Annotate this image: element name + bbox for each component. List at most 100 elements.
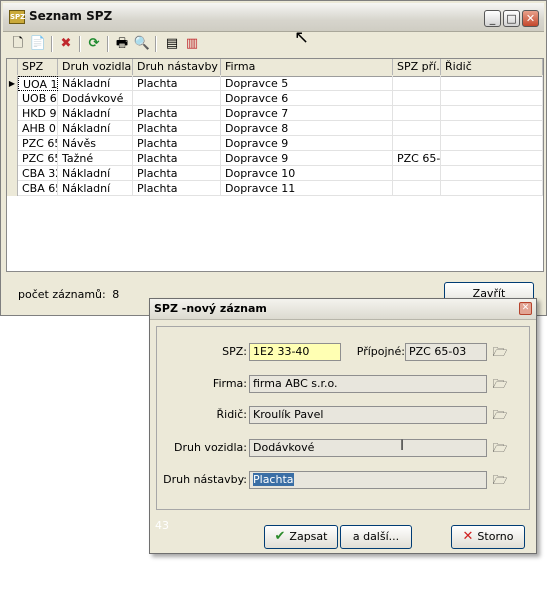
cell-ridic[interactable] — [441, 166, 543, 181]
cell-druh-nastavby[interactable]: Plachta — [133, 166, 221, 181]
row-indicator[interactable] — [7, 121, 18, 136]
save-button[interactable]: ✔ Zapsat — [264, 525, 338, 549]
cell-druh-nastavby[interactable]: Plachta — [133, 76, 221, 91]
folder-open-icon[interactable]: 🗁 — [492, 442, 508, 455]
cell-ridic[interactable] — [441, 151, 543, 166]
druh-nastavby-input[interactable]: Plachta — [249, 471, 487, 489]
cell-firma[interactable]: Dopravce 7 — [221, 106, 393, 121]
column-header-druh-nastavby[interactable]: Druh nástavby — [133, 59, 221, 75]
report-icon[interactable]: ▥ — [183, 35, 201, 53]
cell-ridic[interactable] — [441, 136, 543, 151]
folder-open-icon[interactable]: 🗁 — [492, 474, 508, 487]
cell-druh-nastavby[interactable]: Plachta — [133, 121, 221, 136]
cell-firma[interactable]: Dopravce 11 — [221, 181, 393, 196]
cell-druh-vozidla[interactable]: Nákladní — [58, 106, 133, 121]
ridic-input[interactable]: Kroulík Pavel — [249, 406, 487, 424]
cell-druh-vozidla[interactable]: Nákladní — [58, 121, 133, 136]
cell-spz-pripojne[interactable] — [393, 121, 441, 136]
pripojne-input[interactable]: PZC 65-03 — [405, 343, 487, 361]
cell-druh-nastavby[interactable]: Plachta — [133, 106, 221, 121]
column-header-druh-vozidla[interactable]: Druh vozidla — [58, 59, 133, 75]
new-record-icon[interactable]: 🗋 — [9, 35, 27, 53]
cell-firma[interactable]: Dopravce 10 — [221, 166, 393, 181]
column-header-ridic[interactable]: Řidič — [441, 59, 543, 75]
find-icon[interactable]: 🔍 — [133, 35, 151, 53]
column-header-spz[interactable]: SPZ — [18, 59, 58, 75]
minimize-button[interactable]: _ — [484, 10, 501, 27]
column-header-firma[interactable]: Firma — [221, 59, 393, 75]
table-row[interactable]: HKD 98NákladníPlachtaDopravce 7 — [7, 106, 543, 121]
cell-druh-nastavby[interactable] — [133, 91, 221, 106]
spz-input[interactable]: 1E2 33-40 — [249, 343, 341, 361]
cell-spz-pripojne[interactable] — [393, 166, 441, 181]
cell-spz-pripojne[interactable] — [393, 136, 441, 151]
cancel-button[interactable]: ✕ Storno — [451, 525, 525, 549]
cell-firma[interactable]: Dopravce 6 — [221, 91, 393, 106]
cell-spz[interactable]: PZC 65- — [18, 136, 58, 151]
save-and-next-button[interactable]: a další... — [340, 525, 412, 549]
table-row[interactable]: ▶UOA 12NákladníPlachtaDopravce 5 — [7, 76, 543, 91]
firma-input[interactable]: firma ABC s.r.o. — [249, 375, 487, 393]
table-row[interactable]: PZC 65-TažnéPlachtaDopravce 9PZC 65-03 — [7, 151, 543, 166]
column-header-spz-pripojne[interactable]: SPZ pří... — [393, 59, 441, 75]
cell-druh-nastavby[interactable]: Plachta — [133, 181, 221, 196]
cell-spz-pripojne[interactable]: PZC 65-03 — [393, 151, 441, 166]
row-indicator[interactable] — [7, 136, 18, 151]
cell-druh-nastavby[interactable]: Plachta — [133, 151, 221, 166]
refresh-icon[interactable]: ⟳ — [85, 35, 103, 53]
close-window-button[interactable]: ✕ — [522, 10, 539, 27]
edit-record-icon[interactable]: 📄 — [29, 35, 47, 53]
row-indicator[interactable] — [7, 181, 18, 196]
dialog-title-bar[interactable]: SPZ -nový záznam ✕ — [150, 299, 536, 320]
cell-druh-vozidla[interactable]: Nákladní — [58, 76, 133, 91]
cell-firma[interactable]: Dopravce 5 — [221, 76, 393, 91]
cell-druh-vozidla[interactable]: Návěs — [58, 136, 133, 151]
row-indicator[interactable] — [7, 91, 18, 106]
row-indicator[interactable] — [7, 151, 18, 166]
cell-spz[interactable]: UOA 12 — [18, 76, 58, 91]
dialog-close-button[interactable]: ✕ — [519, 302, 532, 315]
cell-spz[interactable]: UOB 65 — [18, 91, 58, 106]
cell-ridic[interactable] — [441, 91, 543, 106]
table-row[interactable]: CBA 65-NákladníPlachtaDopravce 11 — [7, 181, 543, 196]
table-row[interactable]: AHB 01-NákladníPlachtaDopravce 8 — [7, 121, 543, 136]
row-indicator[interactable] — [7, 106, 18, 121]
cell-druh-vozidla[interactable]: Nákladní — [58, 166, 133, 181]
cell-ridic[interactable] — [441, 76, 543, 91]
cell-spz-pripojne[interactable] — [393, 91, 441, 106]
cell-spz-pripojne[interactable] — [393, 76, 441, 91]
main-title-bar[interactable]: SPZ Seznam SPZ _ □ ✕ — [3, 3, 544, 32]
table-row[interactable]: PZC 65-NávěsPlachtaDopravce 9 — [7, 136, 543, 151]
druh-vozidla-input[interactable]: Dodávkové — [249, 439, 487, 457]
folder-open-icon[interactable]: 🗁 — [492, 346, 508, 359]
cell-firma[interactable]: Dopravce 8 — [221, 121, 393, 136]
cell-spz[interactable]: PZC 65- — [18, 151, 58, 166]
records-grid[interactable]: SPZ Druh vozidla Druh nástavby Firma SPZ… — [6, 58, 544, 272]
cell-druh-nastavby[interactable]: Plachta — [133, 136, 221, 151]
cell-druh-vozidla[interactable]: Tažné — [58, 151, 133, 166]
cell-ridic[interactable] — [441, 106, 543, 121]
print-icon[interactable]: 🖶 — [113, 35, 131, 53]
cell-spz[interactable]: HKD 98 — [18, 106, 58, 121]
cell-spz[interactable]: AHB 01- — [18, 121, 58, 136]
cell-spz-pripojne[interactable] — [393, 181, 441, 196]
cell-spz-pripojne[interactable] — [393, 106, 441, 121]
table-row[interactable]: CBA 32-NákladníPlachtaDopravce 10 — [7, 166, 543, 181]
maximize-button[interactable]: □ — [503, 10, 520, 27]
cell-firma[interactable]: Dopravce 9 — [221, 136, 393, 151]
cell-ridic[interactable] — [441, 181, 543, 196]
cell-ridic[interactable] — [441, 121, 543, 136]
row-indicator[interactable] — [7, 166, 18, 181]
cell-spz[interactable]: CBA 65- — [18, 181, 58, 196]
cell-spz[interactable]: CBA 32- — [18, 166, 58, 181]
cell-druh-vozidla[interactable]: Nákladní — [58, 181, 133, 196]
delete-record-icon[interactable]: ✖ — [57, 35, 75, 53]
cell-firma[interactable]: Dopravce 9 — [221, 151, 393, 166]
folder-open-icon[interactable]: 🗁 — [492, 378, 508, 391]
row-indicator[interactable]: ▶ — [7, 76, 18, 91]
folder-open-icon[interactable]: 🗁 — [492, 409, 508, 422]
cell-druh-vozidla[interactable]: Dodávkové — [58, 91, 133, 106]
table-row[interactable]: UOB 65Dodávkové Dopravce 6 — [7, 91, 543, 106]
header-indicator — [7, 59, 18, 75]
list-icon[interactable]: ▤ — [163, 35, 181, 53]
